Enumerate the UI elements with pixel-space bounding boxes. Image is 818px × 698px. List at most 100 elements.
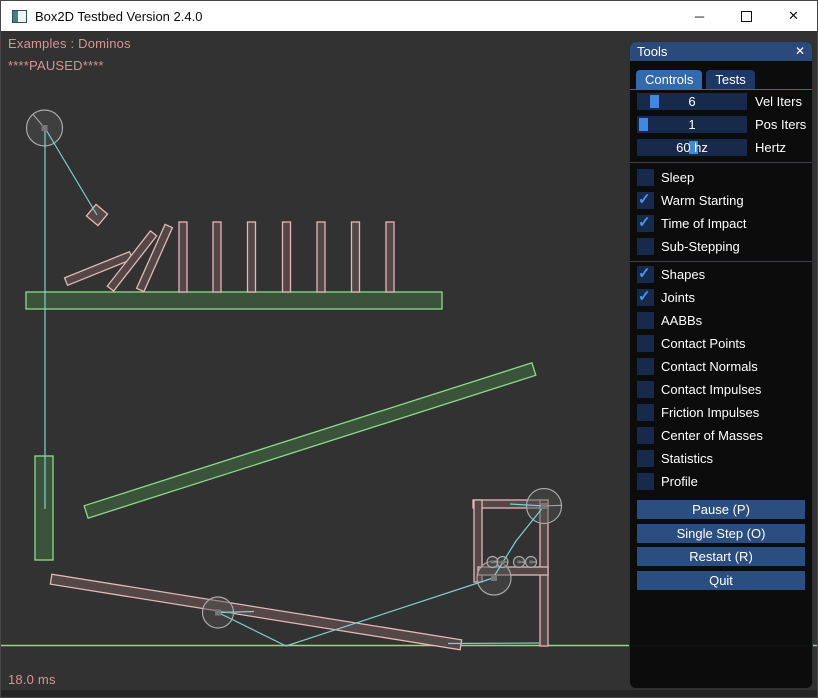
tools-panel-title: Tools bbox=[637, 44, 667, 59]
checkbox-label: Friction Impulses bbox=[661, 405, 759, 420]
checkbox-box[interactable] bbox=[637, 358, 654, 375]
checkbox-label: Shapes bbox=[661, 267, 705, 282]
checkbox-box[interactable] bbox=[637, 450, 654, 467]
slider-row-vel-iters: 6Vel Iters bbox=[637, 93, 805, 110]
caption-buttons: ─ ✕ bbox=[676, 1, 817, 31]
standing-dominos[interactable] bbox=[179, 222, 394, 292]
slider-value: 1 bbox=[637, 116, 747, 133]
checkbox-box[interactable] bbox=[637, 404, 654, 421]
checkbox-label: Time of Impact bbox=[661, 216, 746, 231]
app-window: Box2D Testbed Version 2.4.0 ─ ✕ bbox=[0, 0, 818, 698]
tilted-green-plank bbox=[84, 363, 536, 518]
checkbox-box[interactable] bbox=[637, 169, 654, 186]
checkbox-label: Statistics bbox=[661, 451, 713, 466]
checkbox-box[interactable] bbox=[637, 427, 654, 444]
checkbox-warm-starting[interactable]: ✓ Warm Starting bbox=[637, 192, 805, 209]
checkbox-statistics[interactable]: Statistics bbox=[637, 450, 805, 467]
single-step-o-button[interactable]: Single Step (O) bbox=[637, 524, 805, 543]
standing-domino[interactable] bbox=[179, 222, 187, 292]
standing-domino[interactable] bbox=[317, 222, 325, 292]
pedestal-box bbox=[35, 456, 53, 560]
app-icon bbox=[12, 10, 27, 23]
ramp-plank[interactable] bbox=[50, 574, 461, 650]
standing-domino[interactable] bbox=[386, 222, 394, 292]
check-icon: ✓ bbox=[638, 191, 651, 208]
tab-bar: ControlsTests bbox=[630, 61, 812, 90]
restart-r-button[interactable]: Restart (R) bbox=[637, 547, 805, 566]
check-icon: ✓ bbox=[638, 265, 651, 282]
tools-panel: Tools ✕ ControlsTests 6Vel Iters 1Pos Ite… bbox=[629, 41, 813, 689]
checkbox-box[interactable]: ✓ bbox=[637, 215, 654, 232]
close-button[interactable]: ✕ bbox=[770, 1, 817, 31]
standing-domino[interactable] bbox=[352, 222, 360, 292]
checkbox-box[interactable]: ✓ bbox=[637, 266, 654, 283]
window-title: Box2D Testbed Version 2.4.0 bbox=[35, 9, 202, 24]
checkbox-label: Joints bbox=[661, 290, 695, 305]
tools-panel-titlebar[interactable]: Tools ✕ bbox=[630, 42, 812, 61]
checkbox-time-of-impact[interactable]: ✓ Time of Impact bbox=[637, 215, 805, 232]
checkbox-sub-stepping[interactable]: Sub-Stepping bbox=[637, 238, 805, 255]
joint-anchors bbox=[42, 125, 548, 616]
standing-domino[interactable] bbox=[283, 222, 291, 292]
checkbox-shapes[interactable]: ✓ Shapes bbox=[637, 266, 805, 283]
example-caption: Examples : Dominos bbox=[8, 36, 131, 51]
checkbox-sleep[interactable]: Sleep bbox=[637, 169, 805, 186]
fallen-dominos[interactable] bbox=[65, 224, 173, 291]
checkbox-aabbs[interactable]: AABBs bbox=[637, 312, 805, 329]
pause-p-button[interactable]: Pause (P) bbox=[637, 500, 805, 519]
checkbox-friction-impulses[interactable]: Friction Impulses bbox=[637, 404, 805, 421]
checkbox-box[interactable] bbox=[637, 238, 654, 255]
checkbox-label: Profile bbox=[661, 474, 698, 489]
check-icon: ✓ bbox=[638, 214, 651, 231]
checkbox-group-2: ✓ Shapes ✓ Joints AABBs Contact Points Contact… bbox=[630, 262, 812, 490]
tab-controls[interactable]: Controls bbox=[636, 70, 702, 89]
checkbox-contact-points[interactable]: Contact Points bbox=[637, 335, 805, 352]
maximize-icon bbox=[741, 11, 752, 22]
checkbox-box[interactable] bbox=[637, 473, 654, 490]
maximize-button[interactable] bbox=[723, 1, 770, 31]
checkbox-label: Warm Starting bbox=[661, 193, 744, 208]
slider-row-pos-iters: 1Pos Iters bbox=[637, 116, 805, 133]
pendulum-bob-joint bbox=[45, 128, 97, 215]
slider-section: 6Vel Iters 1Pos Iters 60 hz Hertz bbox=[630, 93, 812, 156]
standing-domino[interactable] bbox=[213, 222, 221, 292]
tab-tests[interactable]: Tests bbox=[706, 70, 754, 89]
minimize-button[interactable]: ─ bbox=[676, 1, 723, 31]
close-icon: ✕ bbox=[788, 8, 799, 24]
checkbox-box[interactable]: ✓ bbox=[637, 289, 654, 306]
slider-hertz[interactable]: 60 hz bbox=[637, 139, 747, 156]
checkbox-joints[interactable]: ✓ Joints bbox=[637, 289, 805, 306]
paused-caption: ****PAUSED**** bbox=[8, 58, 104, 73]
button-section: Pause (P) Single Step (O) Restart (R) Quit bbox=[630, 496, 812, 590]
checkbox-contact-normals[interactable]: Contact Normals bbox=[637, 358, 805, 375]
quit-button[interactable]: Quit bbox=[637, 571, 805, 590]
check-icon: ✓ bbox=[638, 288, 651, 305]
checkbox-box[interactable] bbox=[637, 312, 654, 329]
checkbox-box[interactable] bbox=[637, 335, 654, 352]
checkbox-label: Sub-Stepping bbox=[661, 239, 740, 254]
slider-value: 60 hz bbox=[637, 139, 747, 156]
standing-domino[interactable] bbox=[248, 222, 256, 292]
shelf-balls[interactable] bbox=[487, 557, 537, 568]
checkbox-box[interactable] bbox=[637, 381, 654, 398]
panel-close-icon[interactable]: ✕ bbox=[795, 42, 805, 61]
checkbox-label: Contact Impulses bbox=[661, 382, 761, 397]
checkbox-label: AABBs bbox=[661, 313, 702, 328]
checkbox-box[interactable]: ✓ bbox=[637, 192, 654, 209]
checkbox-label: Contact Points bbox=[661, 336, 746, 351]
slider-pos-iters[interactable]: 1 bbox=[637, 116, 747, 133]
checkbox-group-1: Sleep ✓ Warm Starting ✓ Time of Impact Sub-St… bbox=[630, 163, 812, 255]
slider-vel-iters[interactable]: 6 bbox=[637, 93, 747, 110]
slider-label: Hertz bbox=[755, 140, 786, 155]
checkbox-label: Contact Normals bbox=[661, 359, 758, 374]
checkbox-contact-impulses[interactable]: Contact Impulses bbox=[637, 381, 805, 398]
slider-value: 6 bbox=[637, 93, 747, 110]
checkbox-center-of-masses[interactable]: Center of Masses bbox=[637, 427, 805, 444]
window-titlebar: Box2D Testbed Version 2.4.0 ─ ✕ bbox=[1, 1, 817, 31]
minimize-icon: ─ bbox=[695, 9, 704, 24]
base-joint bbox=[448, 643, 539, 644]
checkbox-label: Sleep bbox=[661, 170, 694, 185]
frame-time-caption: 18.0 ms bbox=[8, 672, 56, 687]
window-bottom-edge bbox=[1, 690, 817, 697]
checkbox-profile[interactable]: Profile bbox=[637, 473, 805, 490]
